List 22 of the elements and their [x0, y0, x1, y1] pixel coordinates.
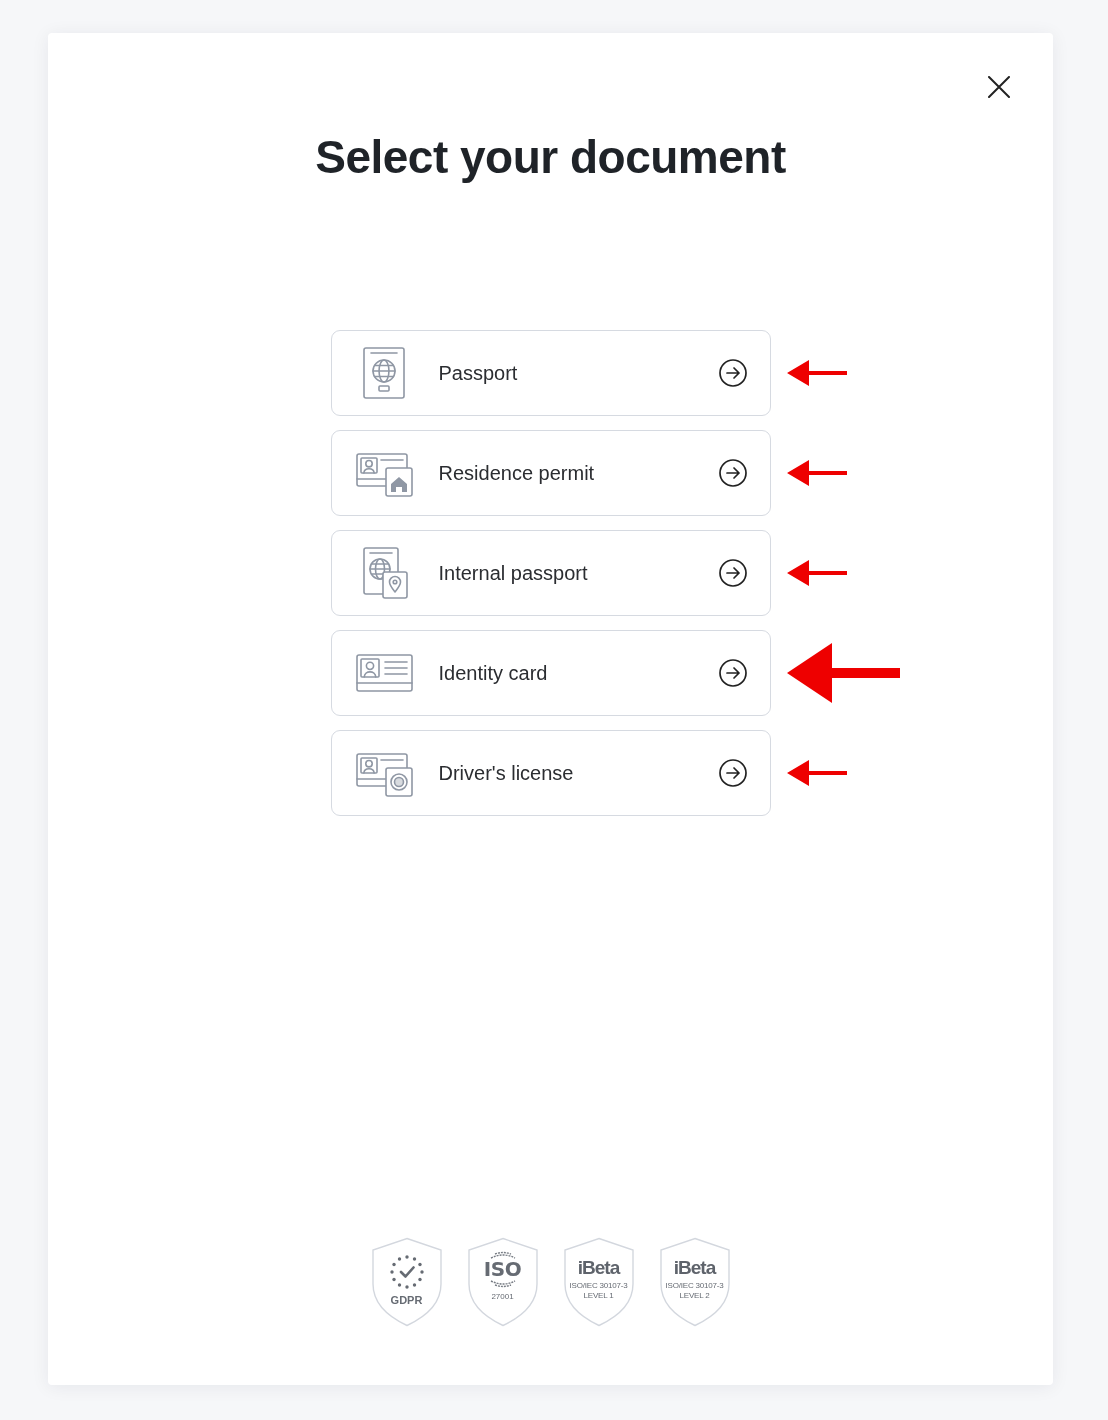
badge-title: iBeta: [577, 1257, 620, 1279]
badge-title: ISO: [483, 1259, 522, 1280]
badge-title: iBeta: [673, 1257, 716, 1279]
badge-caption: GDPR: [390, 1294, 423, 1306]
arrow-circle-icon: [718, 459, 747, 487]
badge-caption: 27001: [491, 1292, 514, 1301]
arrow-circle-icon: [718, 759, 747, 787]
document-option[interactable]: Residence permit: [330, 430, 771, 516]
document-option[interactable]: Passport: [330, 330, 771, 416]
badge-caption: ISO/IEC 30107-3: [569, 1281, 628, 1291]
close-icon: [988, 76, 1010, 98]
arrow-circle-icon: [718, 359, 747, 387]
badge-caption: LEVEL 2: [679, 1291, 710, 1301]
document-option[interactable]: Driver's license: [330, 730, 771, 816]
document-option[interactable]: Identity card: [330, 630, 771, 716]
badge-caption: ISO/IEC 30107-3: [665, 1281, 724, 1291]
dotted-ring-check-icon: [389, 1255, 424, 1289]
arrow-circle-icon: [718, 659, 747, 687]
badge-caption: LEVEL 1: [583, 1291, 614, 1301]
arrow-circle-icon: [718, 559, 747, 587]
document-option[interactable]: Internal passport: [330, 530, 771, 616]
dialog-title: Select your document: [315, 130, 786, 185]
